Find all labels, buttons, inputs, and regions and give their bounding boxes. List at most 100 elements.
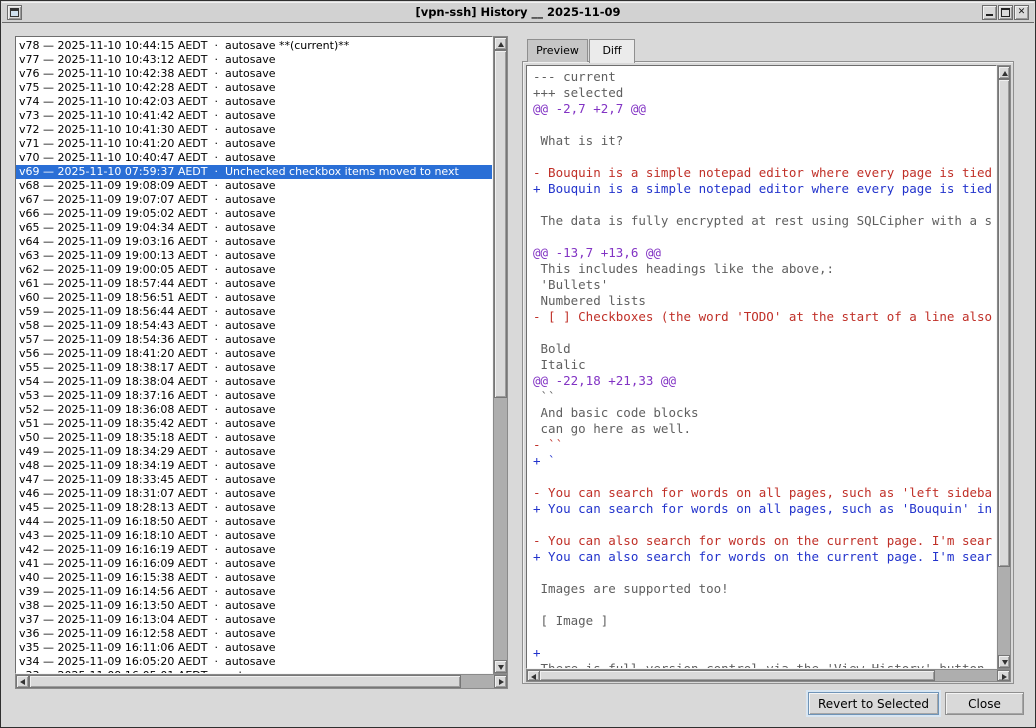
version-list-item[interactable]: v44 — 2025-11-09 16:18:50 AEDT · autosav…: [19, 515, 492, 529]
diff-line: [533, 469, 996, 485]
diff-line: [533, 197, 996, 213]
diff-line: Numbered lists: [533, 293, 996, 309]
version-list-item[interactable]: v77 — 2025-11-10 10:43:12 AEDT · autosav…: [19, 53, 492, 67]
maximize-button[interactable]: [998, 5, 1013, 20]
version-list-item[interactable]: v57 — 2025-11-09 18:54:36 AEDT · autosav…: [19, 333, 492, 347]
diff-line: [533, 325, 996, 341]
version-list-item[interactable]: v41 — 2025-11-09 16:16:09 AEDT · autosav…: [19, 557, 492, 571]
version-list-item[interactable]: v42 — 2025-11-09 16:16:19 AEDT · autosav…: [19, 543, 492, 557]
version-list-vertical-scrollbar[interactable]: [493, 36, 508, 674]
arrow-left-icon: [531, 674, 536, 680]
version-list-item[interactable]: v46 — 2025-11-09 18:31:07 AEDT · autosav…: [19, 487, 492, 501]
version-list-item[interactable]: v68 — 2025-11-09 19:08:09 AEDT · autosav…: [19, 179, 492, 193]
version-list-item[interactable]: v65 — 2025-11-09 19:04:34 AEDT · autosav…: [19, 221, 492, 235]
titlebar[interactable]: [vpn-ssh] History __ 2025-11-09 ✕: [2, 2, 1034, 23]
version-list-item[interactable]: v73 — 2025-11-10 10:41:42 AEDT · autosav…: [19, 109, 492, 123]
version-list-item[interactable]: v51 — 2025-11-09 18:35:42 AEDT · autosav…: [19, 417, 492, 431]
version-list-item[interactable]: v78 — 2025-11-10 10:44:15 AEDT · autosav…: [19, 39, 492, 53]
diff-vertical-scrollbar[interactable]: [997, 65, 1011, 669]
version-list-item[interactable]: v71 — 2025-11-10 10:41:20 AEDT · autosav…: [19, 137, 492, 151]
scrollbar-thumb[interactable]: [998, 79, 1010, 567]
scroll-right-button[interactable]: [494, 675, 507, 688]
diff-line: - ``: [533, 437, 996, 453]
scroll-down-button[interactable]: [494, 660, 507, 673]
version-list-item[interactable]: v36 — 2025-11-09 16:12:58 AEDT · autosav…: [19, 627, 492, 641]
version-list-item[interactable]: v63 — 2025-11-09 19:00:13 AEDT · autosav…: [19, 249, 492, 263]
version-list-item[interactable]: v40 — 2025-11-09 16:15:38 AEDT · autosav…: [19, 571, 492, 585]
history-window: [vpn-ssh] History __ 2025-11-09 ✕ v78 — …: [0, 0, 1036, 728]
diff-line: Bold: [533, 341, 996, 357]
diff-line: + You can also search for words on the c…: [533, 549, 996, 565]
version-list-item[interactable]: v38 — 2025-11-09 16:13:50 AEDT · autosav…: [19, 599, 492, 613]
version-list-item[interactable]: v50 — 2025-11-09 18:35:18 AEDT · autosav…: [19, 431, 492, 445]
version-list-item[interactable]: v70 — 2025-11-10 10:40:47 AEDT · autosav…: [19, 151, 492, 165]
diff-line: [533, 149, 996, 165]
tab-diff[interactable]: Diff: [589, 39, 635, 63]
scroll-up-button[interactable]: [998, 66, 1010, 79]
diff-line: +++ selected: [533, 85, 996, 101]
version-list-item[interactable]: v34 — 2025-11-09 16:05:20 AEDT · autosav…: [19, 655, 492, 669]
version-list-item[interactable]: v52 — 2025-11-09 18:36:08 AEDT · autosav…: [19, 403, 492, 417]
version-list-item[interactable]: v58 — 2025-11-09 18:54:43 AEDT · autosav…: [19, 319, 492, 333]
window-menu-button[interactable]: [7, 5, 22, 20]
diff-line: [533, 517, 996, 533]
scrollbar-thumb[interactable]: [494, 50, 507, 398]
version-list-item[interactable]: v54 — 2025-11-09 18:38:04 AEDT · autosav…: [19, 375, 492, 389]
minimize-button[interactable]: [982, 5, 997, 20]
version-list-item[interactable]: v64 — 2025-11-09 19:03:16 AEDT · autosav…: [19, 235, 492, 249]
close-window-button[interactable]: ✕: [1014, 5, 1029, 20]
version-list-item[interactable]: v43 — 2025-11-09 16:18:10 AEDT · autosav…: [19, 529, 492, 543]
diff-horizontal-scrollbar[interactable]: [526, 669, 1011, 682]
version-list-item[interactable]: v75 — 2025-11-10 10:42:28 AEDT · autosav…: [19, 81, 492, 95]
diff-line: [ Image ]: [533, 613, 996, 629]
arrow-up-icon: [498, 42, 504, 47]
diff-line: [533, 117, 996, 133]
diff-line: + Bouquin is a simple notepad editor whe…: [533, 181, 996, 197]
version-list-item[interactable]: v47 — 2025-11-09 18:33:45 AEDT · autosav…: [19, 473, 492, 487]
diff-line: - You can search for words on all pages,…: [533, 485, 996, 501]
scroll-up-button[interactable]: [494, 37, 507, 50]
app-icon: [10, 8, 19, 17]
version-list[interactable]: v78 — 2025-11-10 10:44:15 AEDT · autosav…: [15, 36, 493, 674]
version-list-item[interactable]: v39 — 2025-11-09 16:14:56 AEDT · autosav…: [19, 585, 492, 599]
version-list-item[interactable]: v72 — 2025-11-10 10:41:30 AEDT · autosav…: [19, 123, 492, 137]
diff-line: +: [533, 645, 996, 661]
minimize-icon: [986, 14, 993, 16]
revert-to-selected-button[interactable]: Revert to Selected: [808, 692, 939, 715]
version-list-item[interactable]: v66 — 2025-11-09 19:05:02 AEDT · autosav…: [19, 207, 492, 221]
version-list-item[interactable]: v56 — 2025-11-09 18:41:20 AEDT · autosav…: [19, 347, 492, 361]
scroll-left-button[interactable]: [16, 675, 29, 688]
version-list-item[interactable]: v55 — 2025-11-09 18:38:17 AEDT · autosav…: [19, 361, 492, 375]
version-list-horizontal-scrollbar[interactable]: [15, 674, 508, 689]
scroll-down-button[interactable]: [998, 655, 1010, 668]
scroll-right-button[interactable]: [997, 670, 1010, 681]
diff-line: @@ -13,7 +13,6 @@: [533, 245, 996, 261]
version-list-item[interactable]: v35 — 2025-11-09 16:11:06 AEDT · autosav…: [19, 641, 492, 655]
version-list-item[interactable]: v69 — 2025-11-10 07:59:37 AEDT · Uncheck…: [16, 165, 492, 179]
diff-line: ``: [533, 389, 996, 405]
close-button[interactable]: Close: [945, 692, 1024, 715]
scrollbar-thumb[interactable]: [539, 670, 935, 681]
tab-preview[interactable]: Preview: [527, 39, 588, 62]
version-list-item[interactable]: v74 — 2025-11-10 10:42:03 AEDT · autosav…: [19, 95, 492, 109]
version-list-item[interactable]: v67 — 2025-11-09 19:07:07 AEDT · autosav…: [19, 193, 492, 207]
diff-line: Italic: [533, 357, 996, 373]
diff-line: Images are supported too!: [533, 581, 996, 597]
scrollbar-thumb[interactable]: [29, 675, 461, 688]
diff-line: - [ ] Checkboxes (the word 'TODO' at the…: [533, 309, 996, 325]
diff-view[interactable]: --- current+++ selected@@ -2,7 +2,7 @@ W…: [526, 65, 997, 669]
version-list-item[interactable]: v37 — 2025-11-09 16:13:04 AEDT · autosav…: [19, 613, 492, 627]
version-list-item[interactable]: v48 — 2025-11-09 18:34:19 AEDT · autosav…: [19, 459, 492, 473]
version-list-item[interactable]: v60 — 2025-11-09 18:56:51 AEDT · autosav…: [19, 291, 492, 305]
diff-line: The data is fully encrypted at rest usin…: [533, 213, 996, 229]
close-icon: ✕: [1015, 6, 1028, 19]
version-list-item[interactable]: v45 — 2025-11-09 18:28:13 AEDT · autosav…: [19, 501, 492, 515]
arrow-down-icon: [498, 665, 504, 670]
diff-line: [533, 229, 996, 245]
version-list-item[interactable]: v62 — 2025-11-09 19:00:05 AEDT · autosav…: [19, 263, 492, 277]
version-list-item[interactable]: v61 — 2025-11-09 18:57:44 AEDT · autosav…: [19, 277, 492, 291]
version-list-item[interactable]: v76 — 2025-11-10 10:42:38 AEDT · autosav…: [19, 67, 492, 81]
version-list-item[interactable]: v49 — 2025-11-09 18:34:29 AEDT · autosav…: [19, 445, 492, 459]
version-list-item[interactable]: v53 — 2025-11-09 18:37:16 AEDT · autosav…: [19, 389, 492, 403]
version-list-item[interactable]: v59 — 2025-11-09 18:56:44 AEDT · autosav…: [19, 305, 492, 319]
